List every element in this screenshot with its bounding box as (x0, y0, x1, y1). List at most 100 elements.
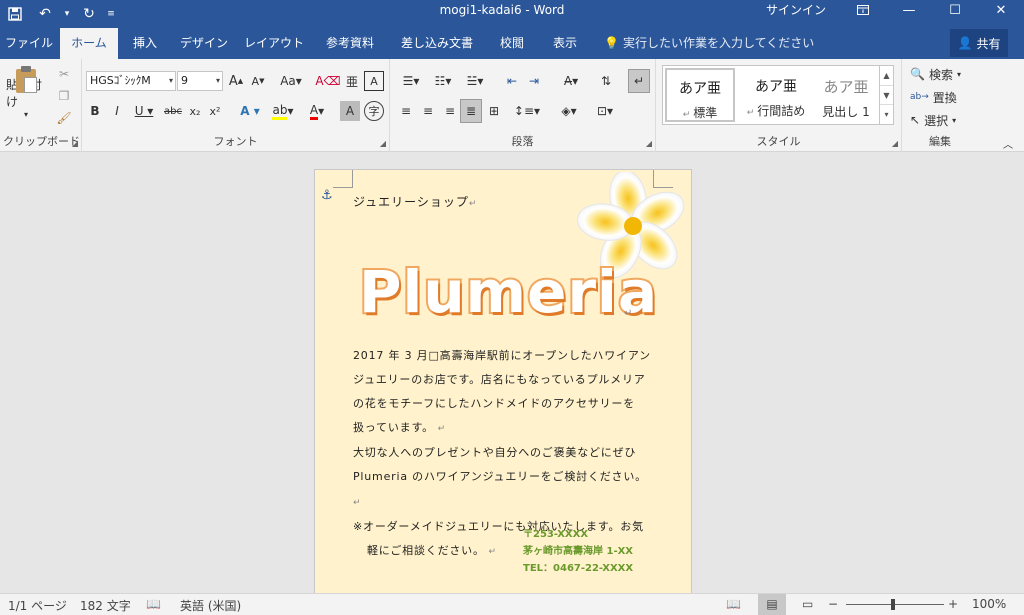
align-center-icon[interactable]: ≡ (418, 101, 438, 121)
style-no-spacing[interactable]: あア亜 ↵ 行間詰め (741, 68, 811, 122)
justify-icon[interactable]: ≣ (460, 99, 482, 123)
multilevel-list-icon[interactable]: ☱▾ (460, 71, 490, 91)
show-marks-icon[interactable]: ↵ (628, 69, 650, 93)
font-size-combo[interactable]: 9 ▾ (177, 71, 223, 91)
underline-icon[interactable]: U ▾ (130, 101, 158, 121)
numbering-icon[interactable]: ☷▾ (428, 71, 458, 91)
zoom-slider-thumb[interactable] (891, 599, 895, 610)
tab-mailings[interactable]: 差し込み文書 (390, 28, 484, 59)
change-case-icon[interactable]: Aa▾ (276, 71, 306, 91)
style-normal-label: 標準 (693, 106, 718, 120)
tab-review[interactable]: 校閲 (486, 28, 538, 59)
font-size-value: 9 (181, 74, 188, 87)
borders-icon[interactable]: ⊡▾ (590, 101, 620, 121)
shading-icon[interactable]: ◈▾ (554, 101, 584, 121)
styles-more-icon[interactable]: ▾ (880, 104, 893, 123)
collapse-ribbon-icon[interactable]: ︿ (1000, 137, 1016, 151)
text-effects-icon[interactable]: A ▾ (236, 101, 264, 121)
shrink-font-icon[interactable]: A ▼ (248, 71, 268, 91)
asian-layout-icon[interactable]: A̶▾ (556, 71, 586, 91)
font-name-combo[interactable]: HGSｺﾞｼｯｸM ▾ (86, 71, 176, 91)
character-border-icon[interactable]: A (364, 71, 384, 91)
enclose-characters-icon[interactable]: 字 (364, 101, 384, 121)
select-label: 選択 (924, 113, 949, 128)
subscript-icon[interactable]: x₂ (186, 101, 204, 121)
editing-group-label: 編集 (929, 135, 951, 148)
find-button[interactable]: 🔍 検索 ▾ (910, 65, 972, 83)
font-launcher-icon[interactable]: ◢ (380, 139, 386, 148)
close-icon[interactable]: ✕ (978, 0, 1024, 20)
styles-launcher-icon[interactable]: ◢ (892, 139, 898, 148)
body-line: 軽にご相談ください。 (367, 544, 485, 557)
tab-insert[interactable]: 挿入 (120, 28, 170, 59)
grow-font-icon[interactable]: A ▲ (226, 71, 246, 91)
paste-dropdown-icon: ▾ (23, 110, 28, 119)
cut-icon[interactable]: ✂ (54, 65, 74, 83)
bold-icon[interactable]: B (86, 101, 104, 121)
decrease-indent-icon[interactable]: ⇤ (502, 71, 522, 91)
superscript-icon[interactable]: x² (206, 101, 224, 121)
signin-link[interactable]: サインイン (760, 0, 832, 20)
paragraph-launcher-icon[interactable]: ◢ (646, 139, 652, 148)
bullets-icon[interactable]: ☰▾ (396, 71, 426, 91)
align-left-icon[interactable]: ≡ (396, 101, 416, 121)
share-button[interactable]: 👤 共有 (950, 29, 1008, 57)
address-street: 茅ヶ崎市高壽海岸 1-XX (523, 546, 634, 557)
style-heading1-label: 見出し 1 (822, 105, 870, 119)
italic-icon[interactable]: I (108, 101, 126, 121)
select-button[interactable]: ↖ 選択 ▾ (910, 111, 972, 129)
tab-view[interactable]: 表示 (540, 28, 590, 59)
style-normal-preview: あア亜 (679, 81, 721, 97)
ribbon-tabs: ファイル ホーム 挿入 デザイン レイアウト 参考資料 差し込み文書 校閲 表示… (0, 28, 1024, 59)
zoom-out-icon[interactable]: − (828, 597, 838, 611)
sort-icon[interactable]: ⇅ (596, 71, 616, 91)
phonetic-guide-icon[interactable]: 亜 (342, 71, 362, 91)
align-right-icon[interactable]: ≡ (440, 101, 460, 121)
styles-down-icon[interactable]: ▼ (880, 85, 893, 104)
tell-me-box[interactable]: 💡 実行したい作業を入力してください (604, 28, 814, 59)
document-page[interactable]: ⚓ ジュエリーショップ↵ Plumeria ↵ 2017 年 3 月□高壽海岸駅… (314, 169, 692, 599)
styles-up-icon[interactable]: ▲ (880, 66, 893, 85)
clipboard-launcher-icon[interactable]: ◢ (72, 139, 78, 148)
style-normal[interactable]: あア亜 ↵ 標準 (665, 68, 735, 122)
line-spacing-icon[interactable]: ↕≡▾ (512, 101, 542, 121)
tab-design[interactable]: デザイン (172, 28, 236, 59)
distributed-icon[interactable]: ⊞ (484, 101, 504, 121)
status-bar: 1/1 ページ 182 文字 📖 英語 (米国) 📖 ▤ ▭ − + 100% (0, 593, 1024, 615)
font-name-value: HGSｺﾞｼｯｸM (90, 74, 151, 87)
word-count[interactable]: 182 文字 (80, 597, 131, 614)
web-layout-icon[interactable]: ▭ (802, 597, 813, 611)
document-area: ⚓ ジュエリーショップ↵ Plumeria ↵ 2017 年 3 月□高壽海岸駅… (0, 153, 1024, 599)
clear-formatting-icon[interactable]: A⌫ (315, 71, 340, 91)
shop-line-text: ジュエリーショップ (353, 195, 469, 209)
strikethrough-icon[interactable]: abc (162, 101, 184, 121)
highlight-icon[interactable]: ab ▾ (268, 101, 298, 121)
search-icon: 🔍 (910, 67, 925, 81)
font-color-icon[interactable]: A ▾ (302, 101, 332, 121)
read-mode-icon[interactable]: 📖 (726, 597, 741, 611)
format-painter-icon[interactable]: 🖌 (54, 109, 74, 127)
ribbon-display-options-icon[interactable] (840, 0, 886, 20)
zoom-slider-track[interactable] (846, 604, 944, 605)
increase-indent-icon[interactable]: ⇥ (524, 71, 544, 91)
tab-references[interactable]: 参考資料 (312, 28, 388, 59)
language-indicator[interactable]: 英語 (米国) (180, 597, 241, 614)
paste-button[interactable]: 貼り付け ▾ (6, 65, 46, 119)
copy-icon[interactable]: ❐ (54, 87, 74, 105)
replace-button[interactable]: ab→ 置換 (910, 88, 972, 106)
maximize-icon[interactable]: ☐ (932, 0, 978, 20)
tab-home[interactable]: ホーム (60, 28, 118, 59)
character-shading-icon[interactable]: A (340, 101, 360, 121)
paragraph-mark-icon: ↵ (353, 498, 362, 508)
minimize-icon[interactable]: — (886, 0, 932, 20)
print-layout-icon[interactable]: ▤ (758, 594, 786, 615)
proofing-icon[interactable]: 📖 (146, 597, 161, 611)
styles-scroll[interactable]: ▲ ▼ ▾ (879, 66, 893, 124)
zoom-in-icon[interactable]: + (948, 597, 958, 611)
style-heading1[interactable]: あア亜 見出し 1 (811, 68, 881, 122)
zoom-level[interactable]: 100% (972, 597, 1006, 611)
page-count[interactable]: 1/1 ページ (8, 597, 67, 614)
tab-file[interactable]: ファイル (0, 28, 58, 59)
tab-layout[interactable]: レイアウト (238, 28, 310, 59)
paragraph-mark-icon: ↵ (624, 308, 633, 319)
